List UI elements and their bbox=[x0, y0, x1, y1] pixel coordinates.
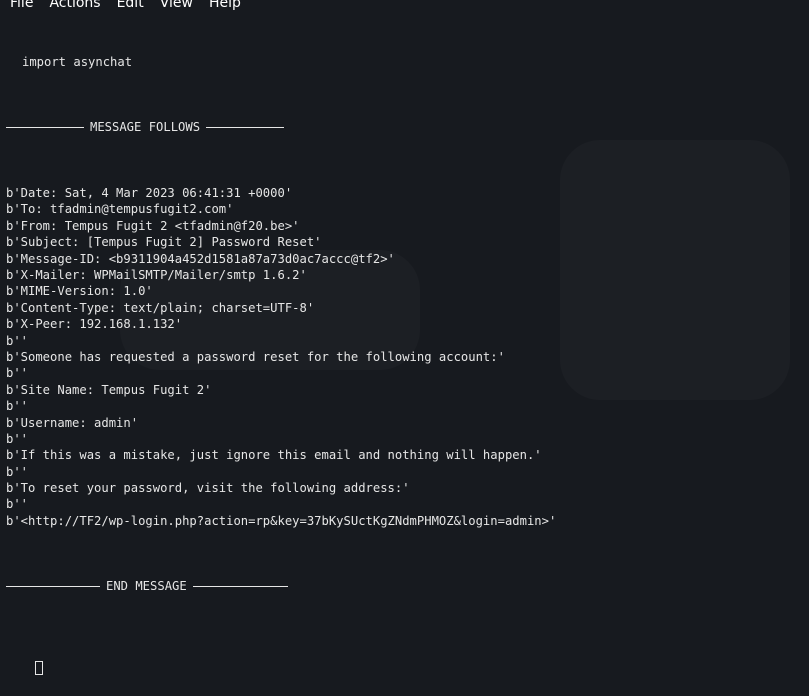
terminal-line: b'<http://TF2/wp-login.php?action=rp&key… bbox=[6, 513, 557, 528]
terminal-line: b'To: tfadmin@tempusfugit2.com' bbox=[6, 202, 234, 217]
separator-label: MESSAGE FOLLOWS bbox=[90, 120, 201, 135]
terminal-line: b'Message-ID: <b9311904a452d1581a87a73d0… bbox=[6, 251, 395, 266]
menu-view[interactable]: View bbox=[152, 0, 201, 12]
message-follows-separator: MESSAGE FOLLOWS bbox=[6, 119, 806, 135]
terminal-line: b'' bbox=[6, 366, 29, 381]
terminal-line: b'To reset your password, visit the foll… bbox=[6, 481, 410, 496]
menu-help[interactable]: Help bbox=[201, 0, 249, 12]
terminal-line: b'' bbox=[6, 333, 29, 348]
menu-file[interactable]: File bbox=[0, 0, 41, 12]
terminal-line: b'X-Mailer: WPMailSMTP/Mailer/smtp 1.6.2… bbox=[6, 267, 307, 282]
terminal-line: b'Someone has requested a password reset… bbox=[6, 349, 505, 364]
terminal-line: b'' bbox=[6, 497, 29, 512]
separator-rule-right bbox=[192, 586, 288, 588]
email-lines: b'Date: Sat, 4 Mar 2023 06:41:31 +0000' b… bbox=[6, 185, 806, 529]
terminal-line: b'Site Name: Tempus Fugit 2' bbox=[6, 382, 212, 397]
menu-actions[interactable]: Actions bbox=[41, 0, 108, 12]
prompt-line[interactable] bbox=[6, 644, 806, 676]
menu-edit[interactable]: Edit bbox=[109, 0, 152, 12]
terminal-line: b'' bbox=[6, 464, 29, 479]
separator-rule-left bbox=[6, 586, 100, 588]
terminal-line: b'Content-Type: text/plain; charset=UTF-… bbox=[6, 300, 315, 315]
separator-rule-left bbox=[6, 127, 84, 129]
terminal-line: b'X-Peer: 192.168.1.132' bbox=[6, 317, 183, 332]
terminal-line: import asynchat bbox=[22, 54, 133, 69]
terminal-line: b'' bbox=[6, 431, 29, 446]
terminal-line: b'MIME-Version: 1.0' bbox=[6, 284, 153, 299]
menu-bar: File Actions Edit View Help bbox=[0, 0, 809, 12]
separator-rule-right bbox=[206, 127, 285, 129]
separator-label: END MESSAGE bbox=[106, 579, 187, 594]
terminal-line: b'Date: Sat, 4 Mar 2023 06:41:31 +0000' bbox=[6, 186, 293, 201]
terminal-line: b'If this was a mistake, just ignore thi… bbox=[6, 448, 542, 463]
terminal-line: b'' bbox=[6, 399, 29, 414]
terminal-line: b'From: Tempus Fugit 2 <tfadmin@f20.be>' bbox=[6, 218, 300, 233]
end-message-separator: END MESSAGE bbox=[6, 578, 806, 594]
terminal-line: b'Subject: [Tempus Fugit 2] Password Res… bbox=[6, 235, 322, 250]
terminal-cursor bbox=[35, 661, 44, 676]
terminal-output[interactable]: import asynchat MESSAGE FOLLOWS b'Date: … bbox=[6, 21, 806, 677]
